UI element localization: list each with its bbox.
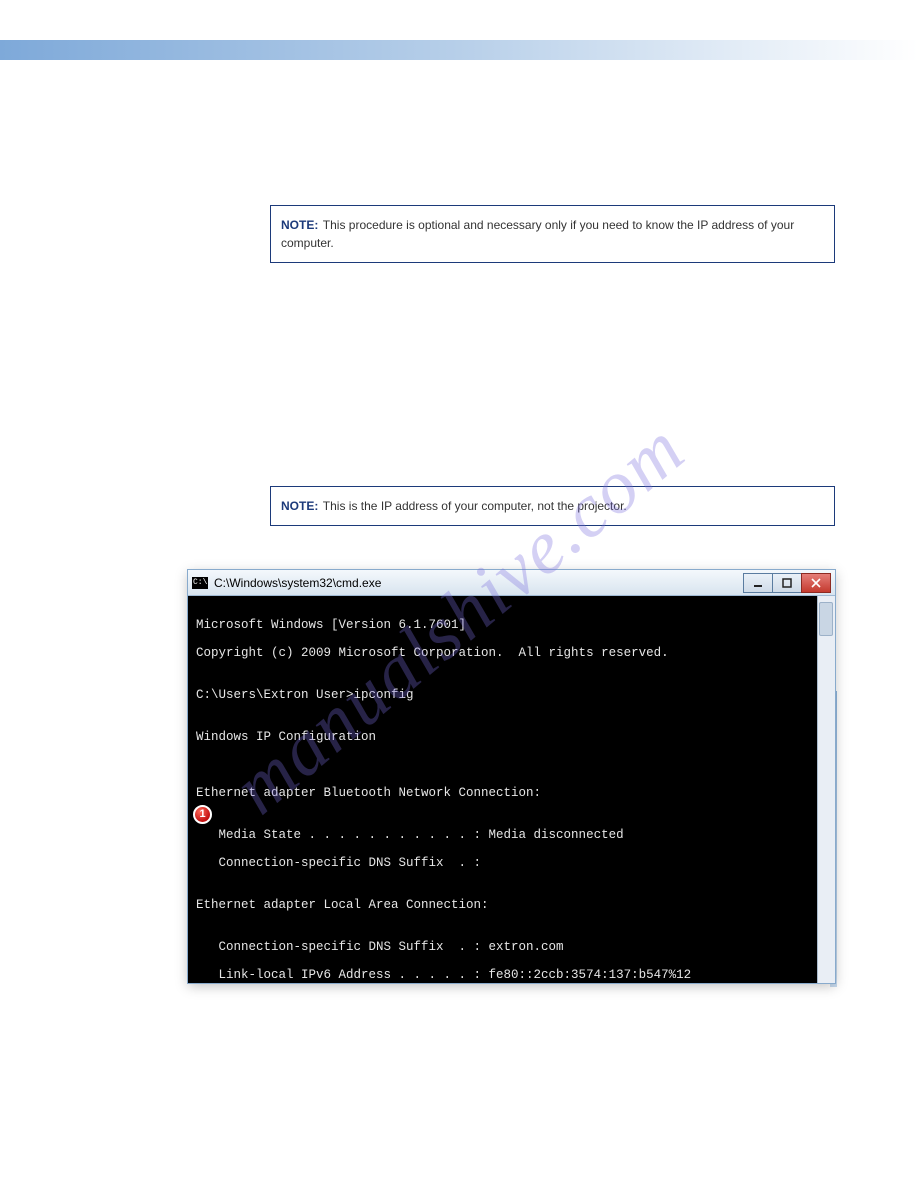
maximize-icon xyxy=(782,578,792,588)
window-controls xyxy=(744,573,831,593)
term-line: Link-local IPv6 Address . . . . . : fe80… xyxy=(196,968,825,982)
close-icon xyxy=(811,578,821,588)
titlebar[interactable]: C:\Windows\system32\cmd.exe xyxy=(188,570,835,596)
note-label: NOTE: xyxy=(281,499,318,513)
cmd-icon xyxy=(192,577,208,589)
window-title: C:\Windows\system32\cmd.exe xyxy=(214,576,744,590)
minimize-button[interactable] xyxy=(743,573,773,593)
header-gradient xyxy=(0,40,918,60)
note-box-2: NOTE: This is the IP address of your com… xyxy=(270,486,835,526)
term-line: Microsoft Windows [Version 6.1.7601] xyxy=(196,618,825,632)
note-box-1: NOTE: This procedure is optional and nec… xyxy=(270,205,835,263)
term-line: Connection-specific DNS Suffix . : xyxy=(196,856,825,870)
close-button[interactable] xyxy=(801,573,831,593)
term-line: Media State . . . . . . . . . . . : Medi… xyxy=(196,828,825,842)
note-label: NOTE: xyxy=(281,218,318,232)
maximize-button[interactable] xyxy=(772,573,802,593)
cmd-window: C:\Windows\system32\cmd.exe Microsoft Wi… xyxy=(188,570,835,983)
terminal-output: Microsoft Windows [Version 6.1.7601] Cop… xyxy=(188,596,835,983)
term-line: C:\Users\Extron User>ipconfig xyxy=(196,688,825,702)
term-line: Ethernet adapter Local Area Connection: xyxy=(196,898,825,912)
note-body: This is the IP address of your computer,… xyxy=(323,499,627,513)
note-body: This procedure is optional and necessary… xyxy=(281,218,794,250)
terminal-scrollbar[interactable] xyxy=(817,596,835,983)
term-line: Connection-specific DNS Suffix . : extro… xyxy=(196,940,825,954)
callout-badge-1: 1 xyxy=(193,805,212,824)
term-line: Copyright (c) 2009 Microsoft Corporation… xyxy=(196,646,825,660)
term-line: Ethernet adapter Bluetooth Network Conne… xyxy=(196,786,825,800)
minimize-icon xyxy=(753,578,763,588)
scrollbar-thumb[interactable] xyxy=(819,602,833,636)
term-line: Windows IP Configuration xyxy=(196,730,825,744)
